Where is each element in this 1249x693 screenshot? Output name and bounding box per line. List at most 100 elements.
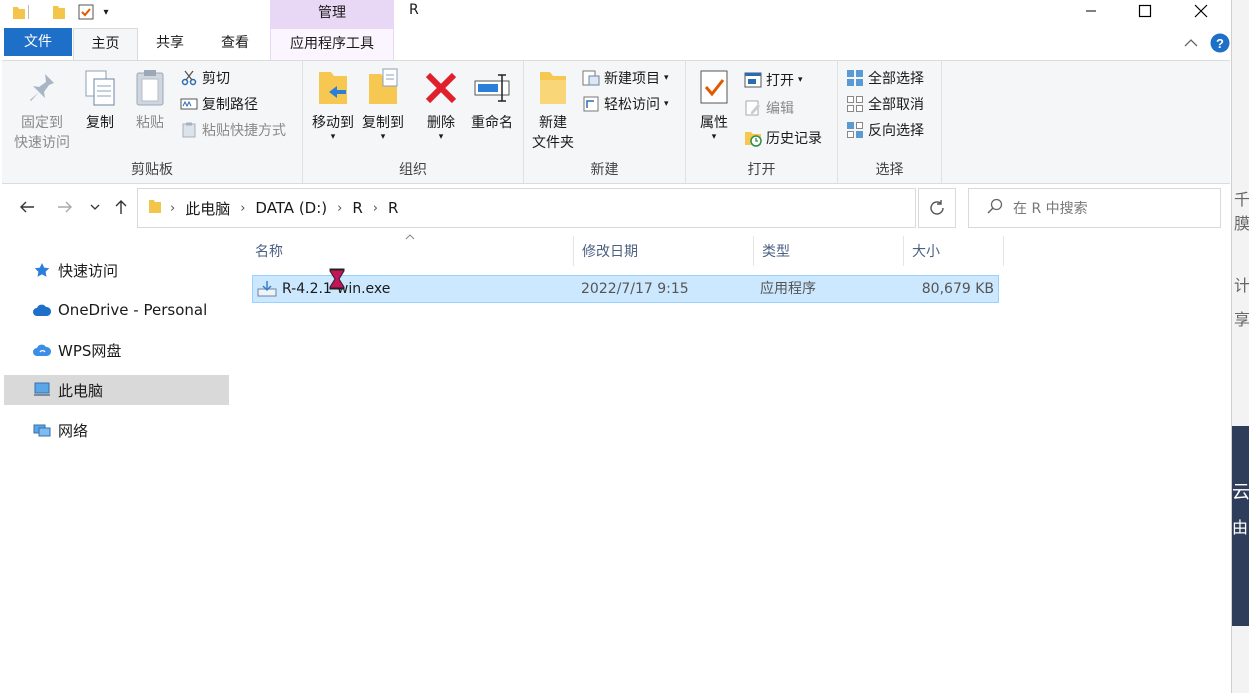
nav-item-network[interactable]: 网络 — [4, 415, 229, 445]
address-bar[interactable]: › 此电脑 › DATA (D:) › R › R — [137, 188, 1037, 228]
move-to-button[interactable]: 移动到 ▾ — [309, 67, 357, 142]
nav-item-label: OneDrive - Personal — [58, 301, 208, 319]
paste-button[interactable]: 粘贴 — [130, 67, 170, 133]
new-folder-quick-icon[interactable] — [50, 2, 68, 22]
forward-button[interactable] — [54, 196, 76, 218]
chevron-right-icon[interactable]: › — [373, 201, 378, 216]
minimize-button[interactable] — [1068, 0, 1113, 22]
search-icon — [987, 198, 1003, 218]
rename-icon — [472, 67, 512, 109]
installer-icon — [257, 280, 277, 306]
ribbon-collapse-icon[interactable] — [1184, 32, 1198, 54]
tab-view[interactable]: 查看 — [205, 28, 265, 61]
open-icon — [744, 71, 762, 89]
delete-x-icon — [421, 67, 461, 109]
scissors-icon — [180, 69, 198, 87]
navigation-pane: 快速访问 OneDrive - Personal WPS网盘 此电脑 网络 — [0, 230, 232, 693]
nav-item-this-pc[interactable]: 此电脑 — [4, 375, 229, 405]
background-text: 千膜 — [1234, 190, 1249, 233]
tab-share[interactable]: 共享 — [140, 28, 200, 61]
star-icon — [32, 261, 52, 279]
select-all-button[interactable]: 全部选择 — [846, 66, 924, 90]
window-title: R — [409, 2, 419, 18]
tab-application-tools[interactable]: 应用程序工具 — [270, 28, 394, 61]
navigation-bar: › 此电脑 › DATA (D:) › R › R 在 R 中搜索 — [0, 186, 1232, 230]
chevron-right-icon[interactable]: › — [240, 201, 245, 216]
recent-locations-button[interactable] — [84, 196, 106, 218]
properties-button[interactable]: 属性 ▾ — [694, 67, 734, 142]
table-row[interactable]: R-4.2.1-win.exe 2022/7/17 9:15 应用程序 80,6… — [252, 275, 999, 303]
breadcrumb-data-drive[interactable]: DATA (D:) — [255, 199, 327, 217]
delete-button[interactable]: 删除 ▾ — [421, 67, 461, 142]
file-size: 80,679 KB — [921, 281, 994, 297]
refresh-icon — [930, 200, 944, 215]
nav-item-wps-drive[interactable]: WPS网盘 — [4, 335, 229, 365]
background-window-strip: 千膜 计 享 云 由 — [1232, 0, 1249, 693]
file-list: 名称 修改日期 类型 大小 R-4.2.1-win.exe 2022/7/17 … — [232, 230, 1232, 693]
paste-shortcut-icon — [180, 121, 198, 139]
rename-button[interactable]: 重命名 — [467, 67, 517, 133]
easy-access-button[interactable]: 轻松访问 ▾ — [582, 92, 669, 116]
folder-icon — [148, 198, 162, 218]
cut-button[interactable]: 剪切 — [180, 66, 230, 90]
maximize-button[interactable] — [1122, 0, 1167, 22]
close-button[interactable] — [1178, 0, 1223, 22]
nav-item-quick-access[interactable]: 快速访问 — [4, 255, 229, 285]
back-button[interactable] — [16, 196, 38, 218]
properties-icon — [694, 67, 734, 109]
svg-text:?: ? — [1216, 36, 1224, 51]
tab-manage-context[interactable]: 管理 — [270, 0, 394, 28]
up-button[interactable] — [110, 196, 132, 218]
column-header-type[interactable]: 类型 — [754, 236, 904, 266]
new-item-icon — [582, 69, 600, 87]
chevron-right-icon[interactable]: › — [337, 201, 342, 216]
file-date: 2022/7/17 9:15 — [581, 281, 689, 297]
breadcrumb: › 此电脑 › DATA (D:) › R › R — [148, 189, 400, 227]
search-input[interactable]: 在 R 中搜索 — [1013, 198, 1088, 218]
column-header-size[interactable]: 大小 — [904, 236, 1004, 266]
edit-button[interactable]: 编辑 — [744, 96, 794, 120]
busy-cursor-icon — [329, 268, 345, 294]
cloud-icon — [32, 301, 52, 319]
select-none-button[interactable]: 全部取消 — [846, 92, 924, 116]
invert-selection-button[interactable]: 反向选择 — [846, 118, 924, 142]
background-banner-text: 云 — [1232, 482, 1249, 503]
column-header-name[interactable]: 名称 — [247, 236, 574, 266]
breadcrumb-this-pc[interactable]: 此电脑 — [185, 198, 230, 219]
nav-item-label: 网络 — [58, 421, 89, 440]
help-icon[interactable]: ? — [1210, 32, 1230, 54]
customize-quick-access-icon[interactable]: ▾ — [99, 2, 113, 22]
history-button[interactable]: 历史记录 — [744, 126, 822, 150]
copy-button[interactable]: 复制 — [80, 67, 120, 133]
search-box[interactable]: 在 R 中搜索 — [968, 188, 1221, 228]
select-group: 全部选择 全部取消 反向选择 选择 — [838, 61, 942, 183]
clipboard-group-title: 剪贴板 — [131, 162, 173, 178]
clipboard-group: 固定到 快速访问 复制 粘贴 剪切 复制路径 粘贴快捷方式 剪贴板 — [2, 61, 303, 183]
copy-to-button[interactable]: 复制到 ▾ — [359, 67, 407, 142]
properties-quick-icon[interactable] — [76, 2, 96, 22]
pin-to-quick-access-button[interactable]: 固定到 快速访问 — [8, 67, 76, 153]
edit-icon — [744, 99, 762, 117]
new-folder-button[interactable]: 新建 文件夹 — [528, 67, 578, 153]
clipboard-icon — [130, 67, 170, 109]
paste-shortcut-button[interactable]: 粘贴快捷方式 — [180, 118, 286, 142]
open-button[interactable]: 打开 ▾ — [744, 68, 803, 92]
tab-file[interactable]: 文件 — [4, 28, 72, 56]
nav-item-label: 快速访问 — [58, 261, 119, 280]
breadcrumb-r-folder[interactable]: R — [352, 199, 362, 217]
copy-path-button[interactable]: 复制路径 — [180, 92, 258, 116]
background-banner-text: 由 — [1232, 518, 1249, 537]
column-header-date[interactable]: 修改日期 — [574, 236, 754, 266]
nav-item-onedrive[interactable]: OneDrive - Personal — [4, 295, 229, 325]
refresh-button[interactable] — [918, 188, 956, 228]
ribbon-tabs: 文件 主页 共享 查看 应用程序工具 ? — [0, 28, 1232, 61]
open-group-title: 打开 — [747, 162, 776, 178]
chevron-right-icon: › — [170, 200, 176, 216]
new-group: 新建 文件夹 新建项目 ▾ 轻松访问 ▾ 新建 — [524, 61, 686, 183]
tab-home[interactable]: 主页 — [73, 28, 138, 61]
background-banner: 云 由 — [1232, 426, 1249, 626]
invert-selection-icon — [846, 121, 864, 139]
new-item-button[interactable]: 新建项目 ▾ — [582, 66, 669, 90]
open-group: 属性 ▾ 打开 ▾ 编辑 历史记录 打开 — [686, 61, 838, 183]
breadcrumb-r-subfolder[interactable]: R — [388, 199, 398, 217]
